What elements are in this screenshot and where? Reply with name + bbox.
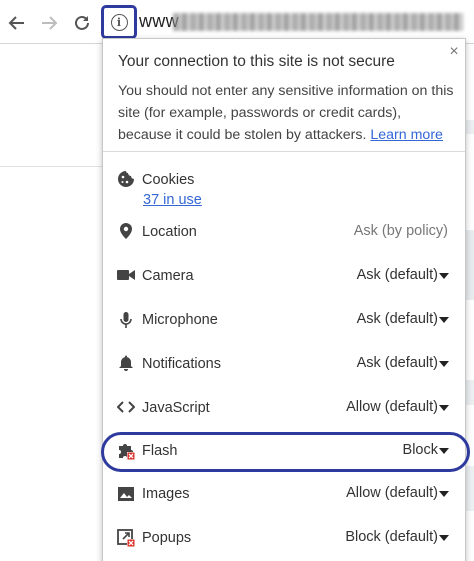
popups-select[interactable]: Block (default) (345, 529, 438, 545)
cookies-label: Cookies (142, 172, 195, 188)
location-label: Location (142, 224, 197, 240)
camera-select[interactable]: Ask (default) (357, 267, 438, 283)
location-pin-icon (117, 222, 135, 240)
javascript-label: JavaScript (142, 400, 210, 416)
images-select[interactable]: Allow (default) (346, 485, 438, 501)
close-icon[interactable]: × (446, 44, 462, 60)
image-icon (117, 485, 135, 503)
connection-title: Your connection to this site is not secu… (118, 53, 395, 70)
url-redacted (173, 13, 463, 31)
learn-more-link[interactable]: Learn more (370, 127, 443, 143)
popups-label: Popups (142, 530, 192, 546)
chevron-down-icon[interactable] (439, 535, 449, 541)
notifications-label: Notifications (142, 356, 221, 372)
microphone-select[interactable]: Ask (default) (357, 311, 438, 327)
notifications-select[interactable]: Ask (default) (357, 355, 438, 371)
chevron-down-icon[interactable] (439, 317, 449, 323)
flash-highlight-annotation (101, 432, 470, 472)
info-icon: i (110, 13, 128, 31)
cookie-icon (117, 170, 135, 188)
bell-icon (117, 354, 135, 372)
forward-arrow-icon[interactable] (36, 10, 62, 36)
chevron-down-icon[interactable] (439, 405, 449, 411)
back-arrow-icon[interactable] (4, 10, 30, 36)
site-info-button[interactable]: i (101, 5, 137, 39)
camera-icon (117, 266, 135, 284)
javascript-select[interactable]: Allow (default) (346, 399, 438, 415)
page-divider (0, 166, 102, 167)
connection-description: You should not enter any sensitive infor… (118, 80, 458, 146)
chevron-down-icon[interactable] (439, 361, 449, 367)
popup-divider (103, 151, 465, 152)
popup-blocked-icon (117, 529, 135, 547)
chevron-down-icon[interactable] (439, 491, 449, 497)
reload-icon[interactable] (69, 10, 95, 36)
cookies-in-use-link[interactable]: 37 in use (143, 192, 202, 208)
microphone-label: Microphone (142, 312, 218, 328)
camera-label: Camera (142, 268, 194, 284)
microphone-icon (117, 311, 135, 329)
code-brackets-icon (117, 398, 135, 416)
chevron-down-icon[interactable] (439, 273, 449, 279)
images-label: Images (142, 486, 190, 502)
location-value: Ask (by policy) (353, 223, 448, 239)
